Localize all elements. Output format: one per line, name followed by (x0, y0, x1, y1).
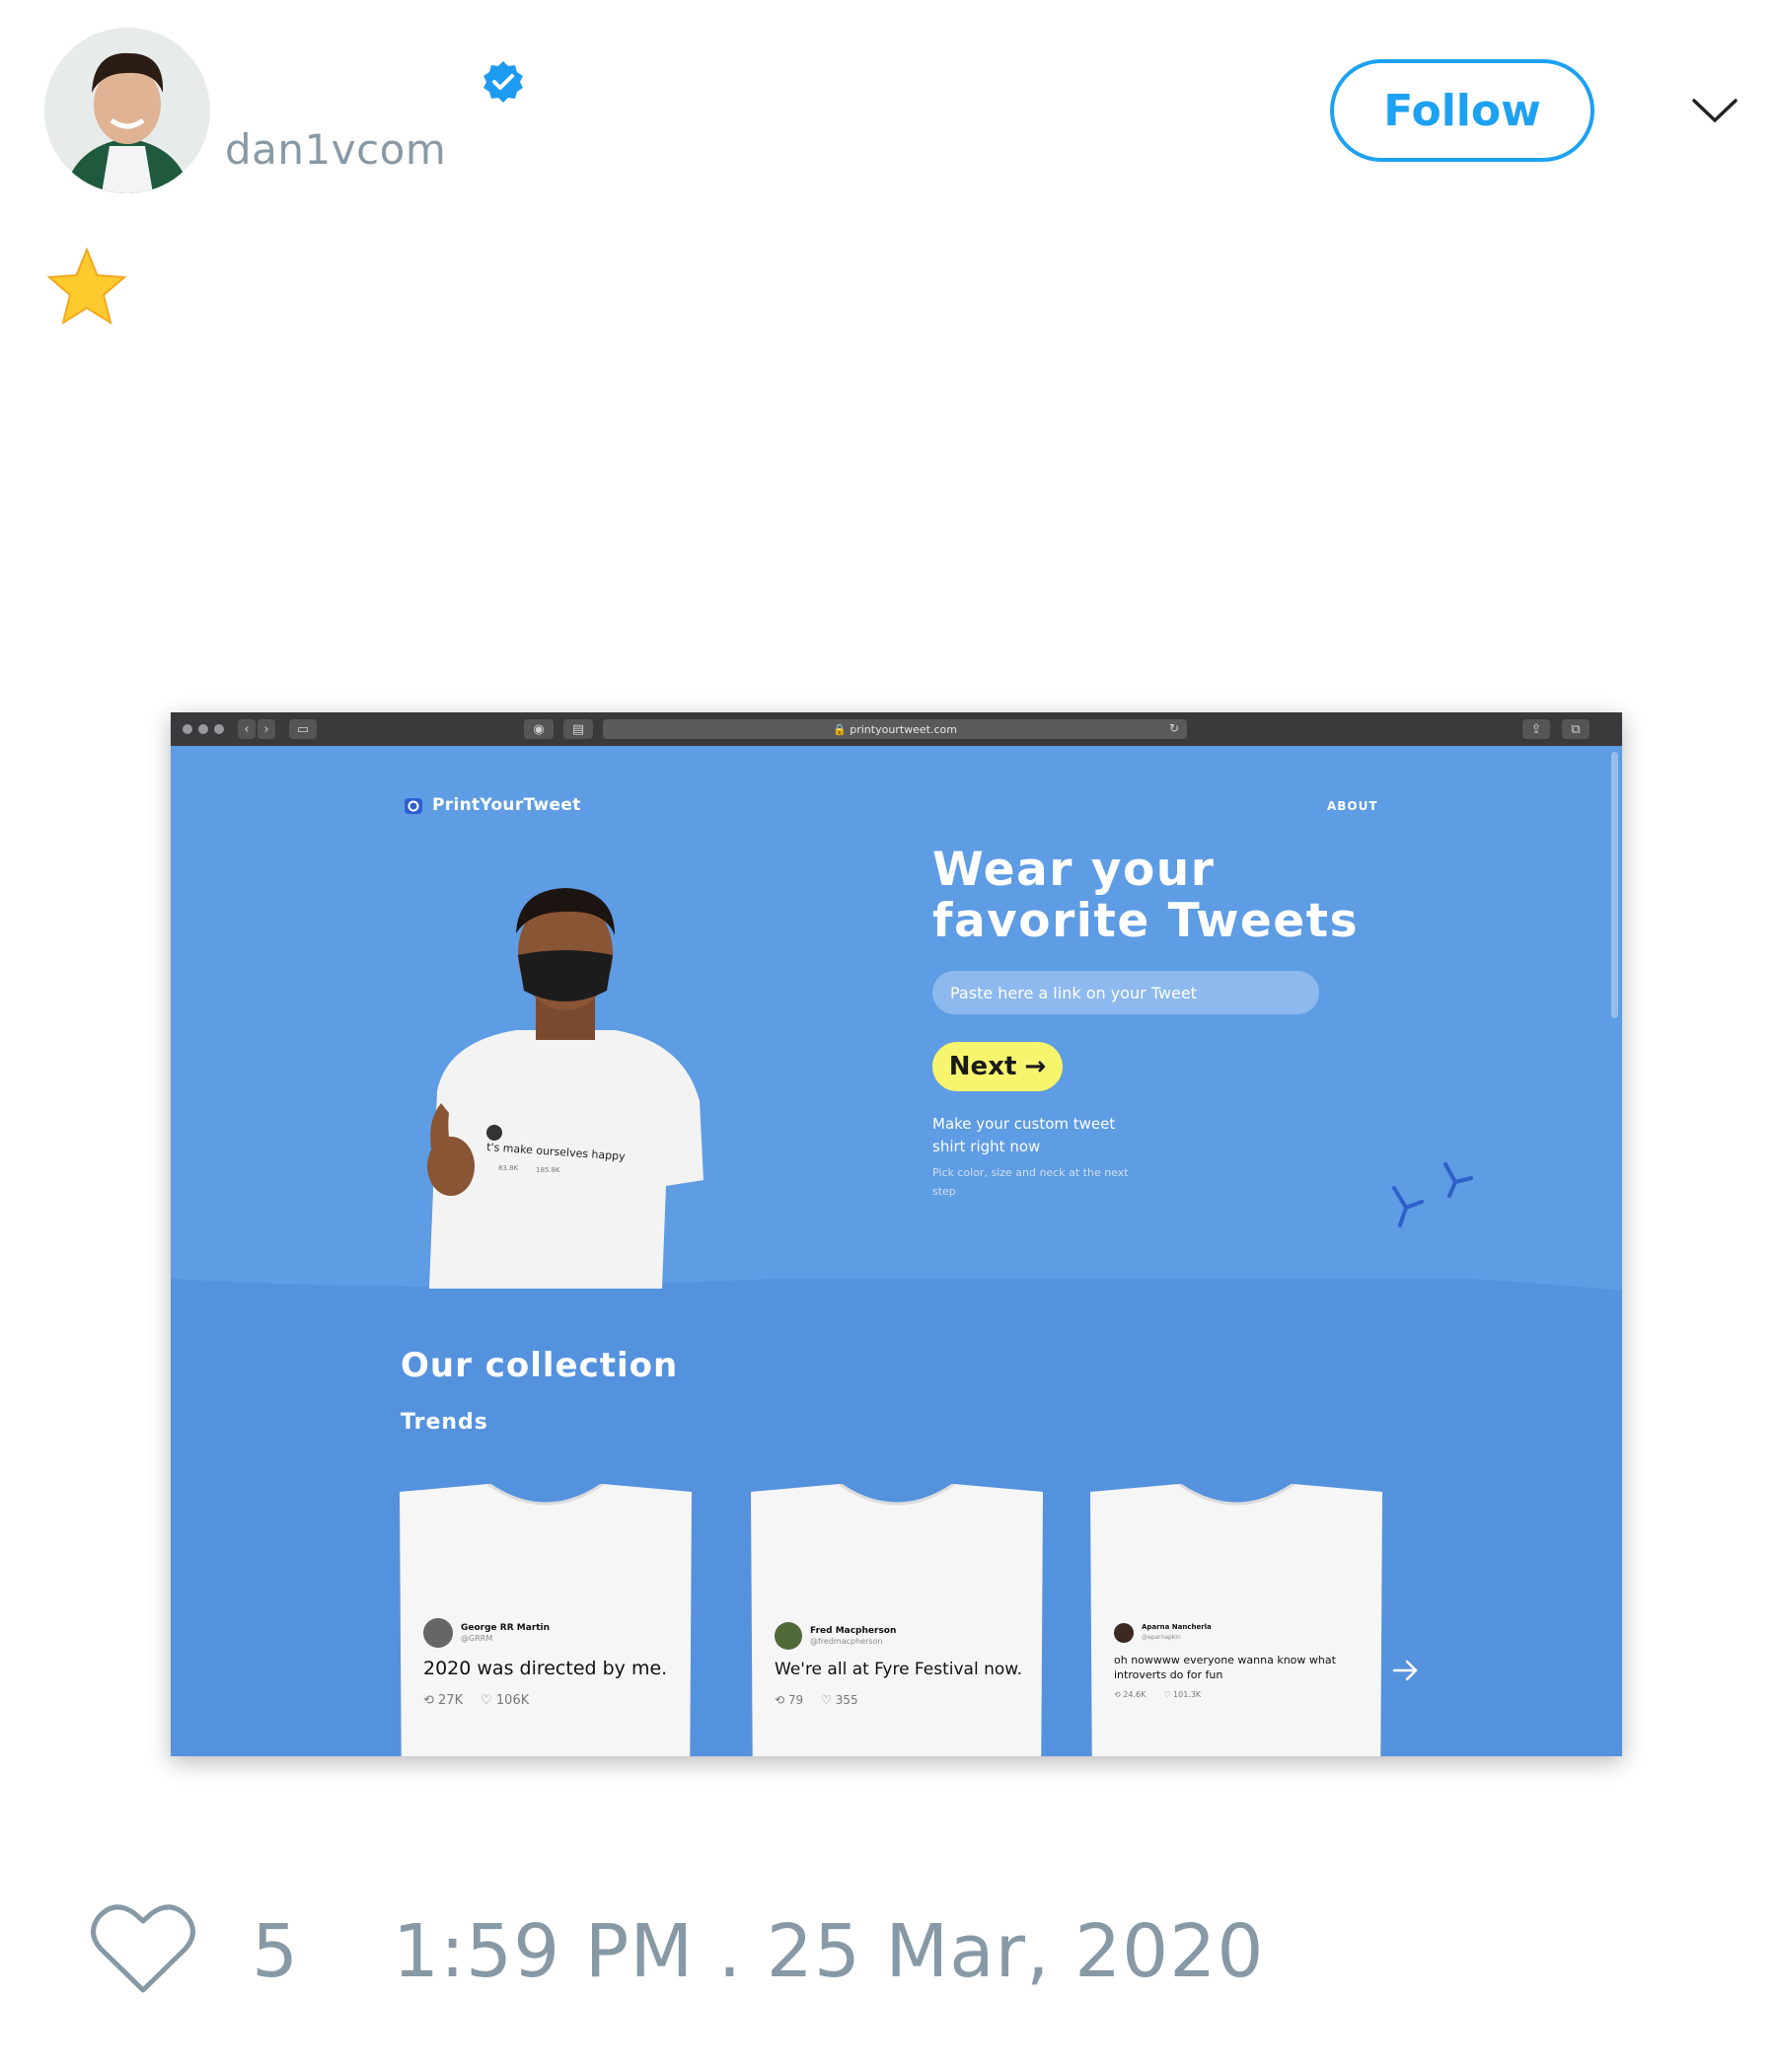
cta-text: Make your custom tweet shirt right now (932, 1115, 1116, 1155)
tweet-timestamp[interactable]: 1:59 PM . 25 Mar, 2020 (393, 1909, 1264, 1994)
shirt-tweet: Fred Macpherson @fredmacpherson We're al… (775, 1622, 1041, 1707)
privacy-icon: ◉ (524, 719, 554, 739)
cta-subtext: Pick color, size and neck at the next st… (932, 1166, 1129, 1198)
retweet-icon: ⟲ 24.6K (1114, 1690, 1147, 1699)
model-shirt-likes: 185.8K (536, 1166, 560, 1174)
address-bar: 🔒 printyourtweet.com ↻ (603, 719, 1187, 739)
tweet-avatar (423, 1618, 453, 1648)
site-logo: PrintYourTweet (404, 795, 581, 815)
birds-doodle-icon (1392, 1162, 1473, 1227)
retweet-icon: ⟲ 79 (775, 1693, 804, 1707)
author-handle[interactable]: dan1vcom (225, 125, 446, 174)
tweet-author: George RR Martin (461, 1622, 551, 1633)
product-card: George RR Martin @GRRM 2020 was directed… (398, 1484, 694, 1756)
tweet-media-image[interactable]: ‹ › ▭ ◉ ▤ 🔒 printyourtweet.com ↻ ⇪ ⧉ Pri… (171, 712, 1622, 1756)
lock-icon: 🔒 (833, 722, 851, 736)
retweet-icon: ⟲ 27K (423, 1693, 464, 1708)
like-icon: ♡ 101.3K (1163, 1690, 1202, 1699)
forward-icon: › (258, 719, 275, 739)
tweet-link-input: Paste here a link on your Tweet (932, 971, 1319, 1014)
star-emoji-icon (46, 247, 127, 326)
nav-about: ABOUT (1327, 799, 1378, 813)
shirt-tweet: Aparna Nancherla @aparnapkin oh nowwww e… (1114, 1622, 1351, 1699)
window-dot-icon (198, 724, 208, 734)
share-icon: ⇪ (1522, 719, 1550, 739)
headline-line-1: Wear your (932, 843, 1216, 897)
like-count: 106K (495, 1693, 530, 1708)
hero-headline: Wear your favorite Tweets (932, 845, 1359, 947)
retweet-count: 27K (438, 1693, 464, 1708)
carousel-next-icon (1392, 1660, 1418, 1681)
logo-icon (405, 798, 422, 814)
tweet-text: 2020 was directed by me. (423, 1658, 668, 1679)
reader-icon: ▤ (563, 719, 593, 739)
tweet-author: Fred Macpherson (810, 1625, 897, 1636)
url-text: printyourtweet.com (850, 722, 957, 736)
window-dot-icon (214, 724, 224, 734)
page-scrollbar (1611, 752, 1618, 1018)
like-icon: ♡ 355 (821, 1693, 858, 1707)
tweet-text: We're all at Fyre Festival now. (775, 1660, 1023, 1679)
sidebar-icon: ▭ (289, 719, 317, 739)
tshirt-image (1090, 1484, 1382, 1756)
window-dot-icon (183, 724, 192, 734)
next-label: Next (948, 1052, 1017, 1081)
like-count: 101.3K (1173, 1690, 1202, 1699)
logo-text: PrintYourTweet (432, 795, 581, 815)
like-heart-icon[interactable] (89, 1899, 197, 1998)
collection-title: Our collection (401, 1346, 679, 1385)
profile-photo-icon (44, 28, 210, 193)
tweet-avatar (775, 1622, 802, 1650)
tweet-text: oh nowwww everyone wanna know what intro… (1114, 1654, 1336, 1681)
site-hero: PrintYourTweet ABOUT t's make ourselves … (171, 746, 1622, 1756)
product-card: Fred Macpherson @fredmacpherson We're al… (749, 1484, 1045, 1756)
avatar[interactable] (44, 28, 210, 193)
chevron-down-icon[interactable] (1690, 91, 1739, 130)
like-count: 355 (835, 1693, 858, 1707)
follow-button[interactable]: Follow (1330, 59, 1594, 162)
model-photo: t's make ourselves happy 83.8K 185.8K (427, 888, 703, 1289)
tweet-username: @GRRM (461, 1633, 493, 1643)
like-count: 5 (252, 1909, 299, 1994)
like-icon: ♡ 106K (481, 1693, 530, 1708)
tweet-username: @fredmacpherson (810, 1636, 883, 1646)
retweet-count: 79 (787, 1693, 804, 1707)
tabs-icon: ⧉ (1562, 719, 1590, 739)
browser-toolbar: ‹ › ▭ ◉ ▤ 🔒 printyourtweet.com ↻ ⇪ ⧉ (171, 712, 1622, 746)
tweet-avatar (1114, 1622, 1134, 1643)
product-card: Aparna Nancherla @aparnapkin oh nowwww e… (1088, 1484, 1384, 1756)
reload-icon: ↻ (1168, 721, 1179, 735)
verified-badge-icon (483, 61, 523, 103)
retweet-count: 24.6K (1123, 1690, 1147, 1699)
trends-label: Trends (401, 1410, 488, 1435)
model-shirt-retweets: 83.8K (498, 1164, 519, 1172)
shirt-tweet: George RR Martin @GRRM 2020 was directed… (423, 1618, 680, 1708)
tshirt-image (751, 1484, 1043, 1756)
tweet-username: @aparnapkin (1142, 1634, 1181, 1641)
tweet-author: Aparna Nancherla (1142, 1623, 1212, 1631)
arrow-right-icon: → (1024, 1052, 1047, 1081)
headline-line-2: favorite Tweets (932, 894, 1360, 948)
next-button: Next → (932, 1042, 1063, 1091)
back-icon: ‹ (238, 719, 256, 739)
